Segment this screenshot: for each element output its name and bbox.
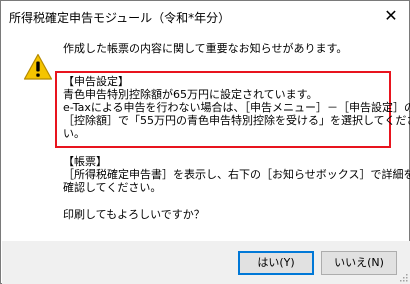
notice-line: ［控除額］で「55万円の青色申告特別控除を受ける」を選択してくださ [63,114,410,127]
notice-line: e-Taxによる申告を行わない場合は、［申告メニュー］－［申告設定］の [63,101,410,114]
intro-text: 作成した帳票の内容に関して重要なお知らせがあります。 [63,42,348,55]
close-button[interactable]: ✕ [381,6,401,26]
no-button[interactable]: いいえ(N) [321,251,397,275]
form-line: ［所得税確定申告書］を表示し、右下の［お知らせボックス］で詳細を [63,168,410,181]
confirm-question: 印刷してもよろしいですか？ [63,208,205,221]
form-heading: 【帳票】 [63,155,107,168]
notice-line: い。 [63,127,85,140]
dialog-window: 所得税確定申告モジュール（令和*年分） ✕ 作成した帳票の内容に関して重要なお知… [0,0,410,284]
resize-grip-icon[interactable] [398,272,408,282]
notice-heading: 【申告設定】 [63,75,129,88]
button-bar: はい(Y) いいえ(N) [2,241,410,284]
notice-line: 青色申告特別控除額が65万円に設定されています。 [63,88,318,101]
window-title: 所得税確定申告モジュール（令和*年分） [9,11,231,25]
warning-icon [23,53,53,80]
yes-button[interactable]: はい(Y) [238,251,314,275]
form-line: 確認してください。 [63,181,162,194]
close-icon: ✕ [384,6,398,25]
title-bar[interactable]: 所得税確定申告モジュール（令和*年分） ✕ [1,1,409,31]
